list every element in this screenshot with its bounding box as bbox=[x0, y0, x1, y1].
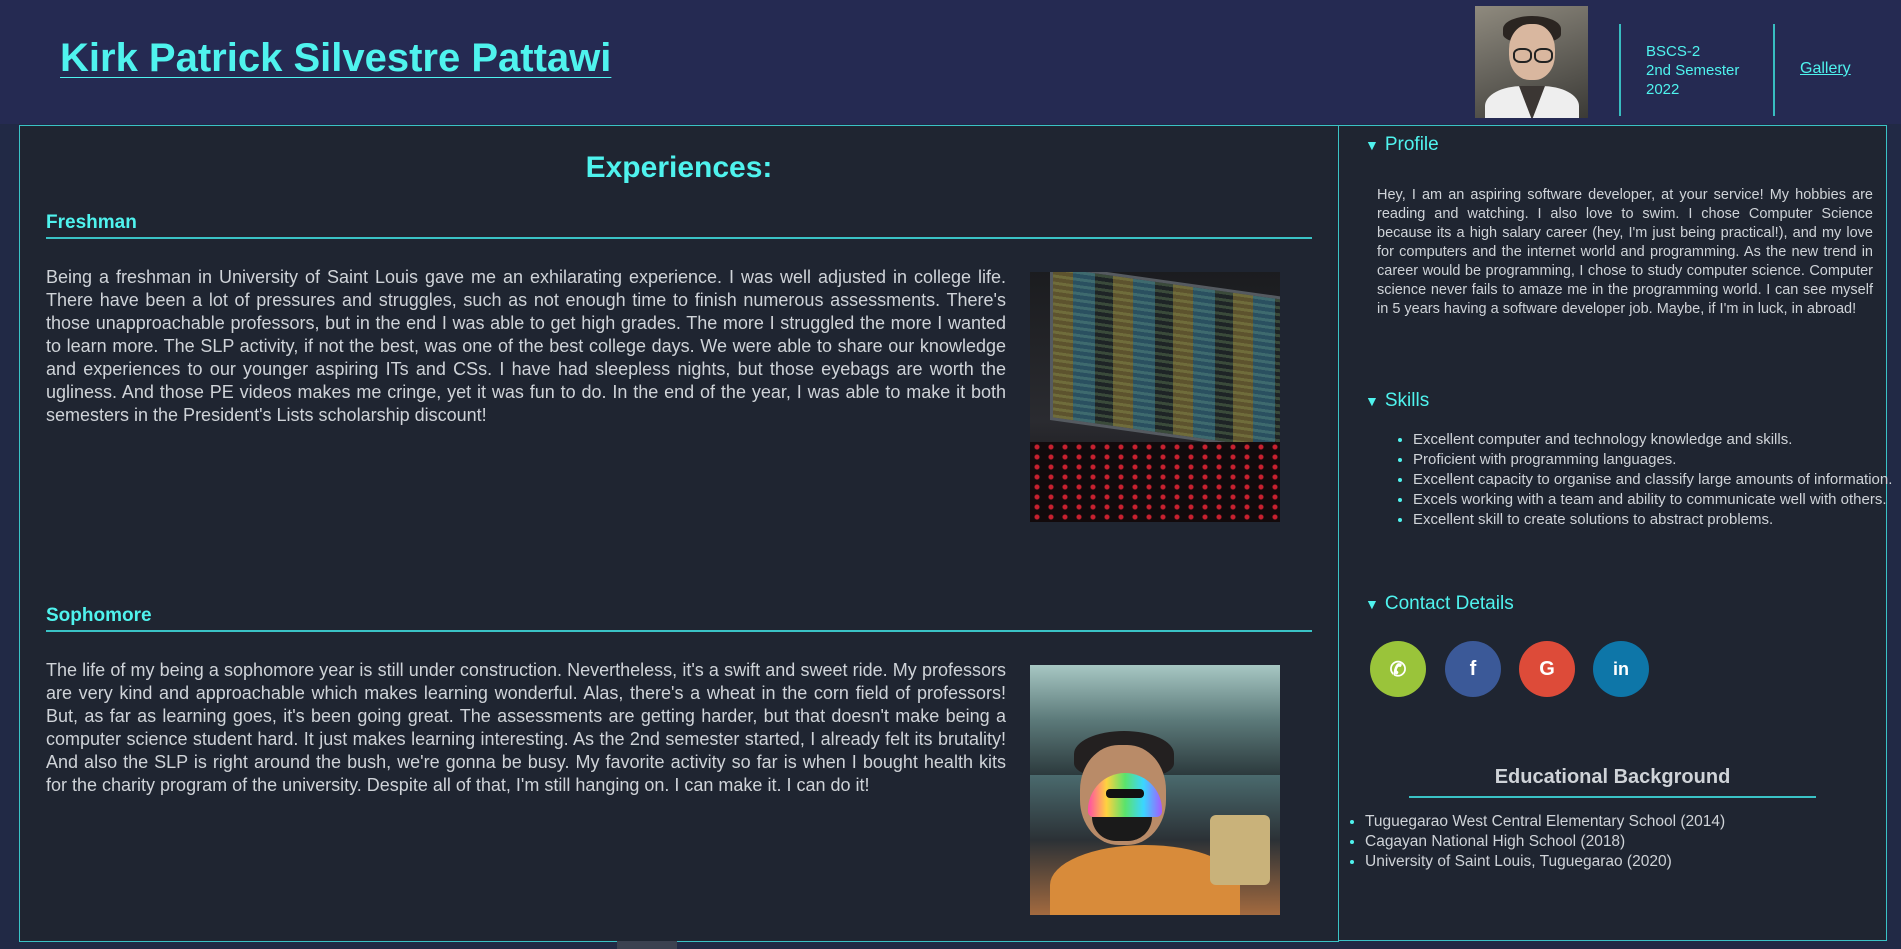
education-panel: Educational Background Tuguegarao West C… bbox=[1338, 754, 1887, 941]
triangle-down-icon: ▼ bbox=[1365, 137, 1379, 153]
avatar bbox=[1475, 6, 1588, 118]
divider bbox=[1619, 24, 1621, 116]
contact-toggle[interactable]: ▼ Contact Details bbox=[1365, 593, 1514, 615]
linkedin-icon[interactable]: in bbox=[1593, 641, 1649, 697]
list-item: Excellent skill to create solutions to a… bbox=[1413, 510, 1901, 530]
experiences-title: Experiences: bbox=[585, 151, 773, 184]
triangle-down-icon: ▼ bbox=[1365, 596, 1379, 612]
list-item: Excels working with a team and ability t… bbox=[1413, 490, 1901, 510]
triangle-down-icon: ▼ bbox=[1365, 393, 1379, 409]
education-list: Tuguegarao West Central Elementary Schoo… bbox=[1339, 812, 1725, 872]
year-line: 2022 bbox=[1646, 81, 1680, 98]
list-item: Tuguegarao West Central Elementary Schoo… bbox=[1365, 812, 1725, 832]
contact-label: Contact Details bbox=[1384, 593, 1514, 614]
freshman-heading: Freshman bbox=[46, 212, 1312, 239]
course-line: BSCS-2 bbox=[1646, 43, 1701, 60]
list-item: Proficient with programming languages. bbox=[1413, 450, 1901, 470]
facebook-icon[interactable]: f bbox=[1445, 641, 1501, 697]
sophomore-text: The life of my being a sophomore year is… bbox=[46, 660, 1006, 795]
header: Kirk Patrick Silvestre Pattawi BSCS-2 2n… bbox=[0, 0, 1901, 124]
divider bbox=[1773, 24, 1775, 116]
sidebar: ▼ Profile Hey, I am an aspiring software … bbox=[1338, 125, 1892, 755]
profile-text: Hey, I am an aspiring software developer… bbox=[1377, 187, 1873, 317]
education-title: Educational Background bbox=[1494, 766, 1731, 788]
horizontal-scrollbar[interactable] bbox=[617, 941, 677, 949]
skills-toggle[interactable]: ▼ Skills bbox=[1365, 390, 1429, 412]
gallery-link[interactable]: Gallery bbox=[1800, 60, 1851, 78]
sophomore-heading: Sophomore bbox=[46, 605, 1312, 632]
list-item: University of Saint Louis, Tuguegarao (2… bbox=[1365, 852, 1725, 872]
course-info: BSCS-2 2nd Semester 2022 bbox=[1646, 42, 1739, 99]
profile-label: Profile bbox=[1384, 134, 1439, 155]
selfie-photo bbox=[1030, 665, 1280, 915]
list-item: Excellent capacity to organise and class… bbox=[1413, 470, 1901, 490]
list-item: Excellent computer and technology knowle… bbox=[1413, 430, 1901, 450]
google-icon[interactable]: G bbox=[1519, 641, 1575, 697]
list-item: Cagayan National High School (2018) bbox=[1365, 832, 1725, 852]
laptop-photo bbox=[1030, 272, 1280, 522]
profile-toggle[interactable]: ▼ Profile bbox=[1365, 134, 1439, 156]
phone-icon[interactable]: ✆ bbox=[1370, 641, 1426, 697]
page-title: Kirk Patrick Silvestre Pattawi bbox=[60, 36, 612, 80]
experiences-panel: Experiences: Freshman Being a freshman i… bbox=[19, 125, 1339, 942]
semester-line: 2nd Semester bbox=[1646, 62, 1740, 79]
freshman-text: Being a freshman in University of Saint … bbox=[46, 267, 1006, 425]
skills-label: Skills bbox=[1384, 390, 1430, 411]
skills-list: Excellent computer and technology knowle… bbox=[1377, 430, 1901, 530]
divider bbox=[1409, 796, 1816, 798]
